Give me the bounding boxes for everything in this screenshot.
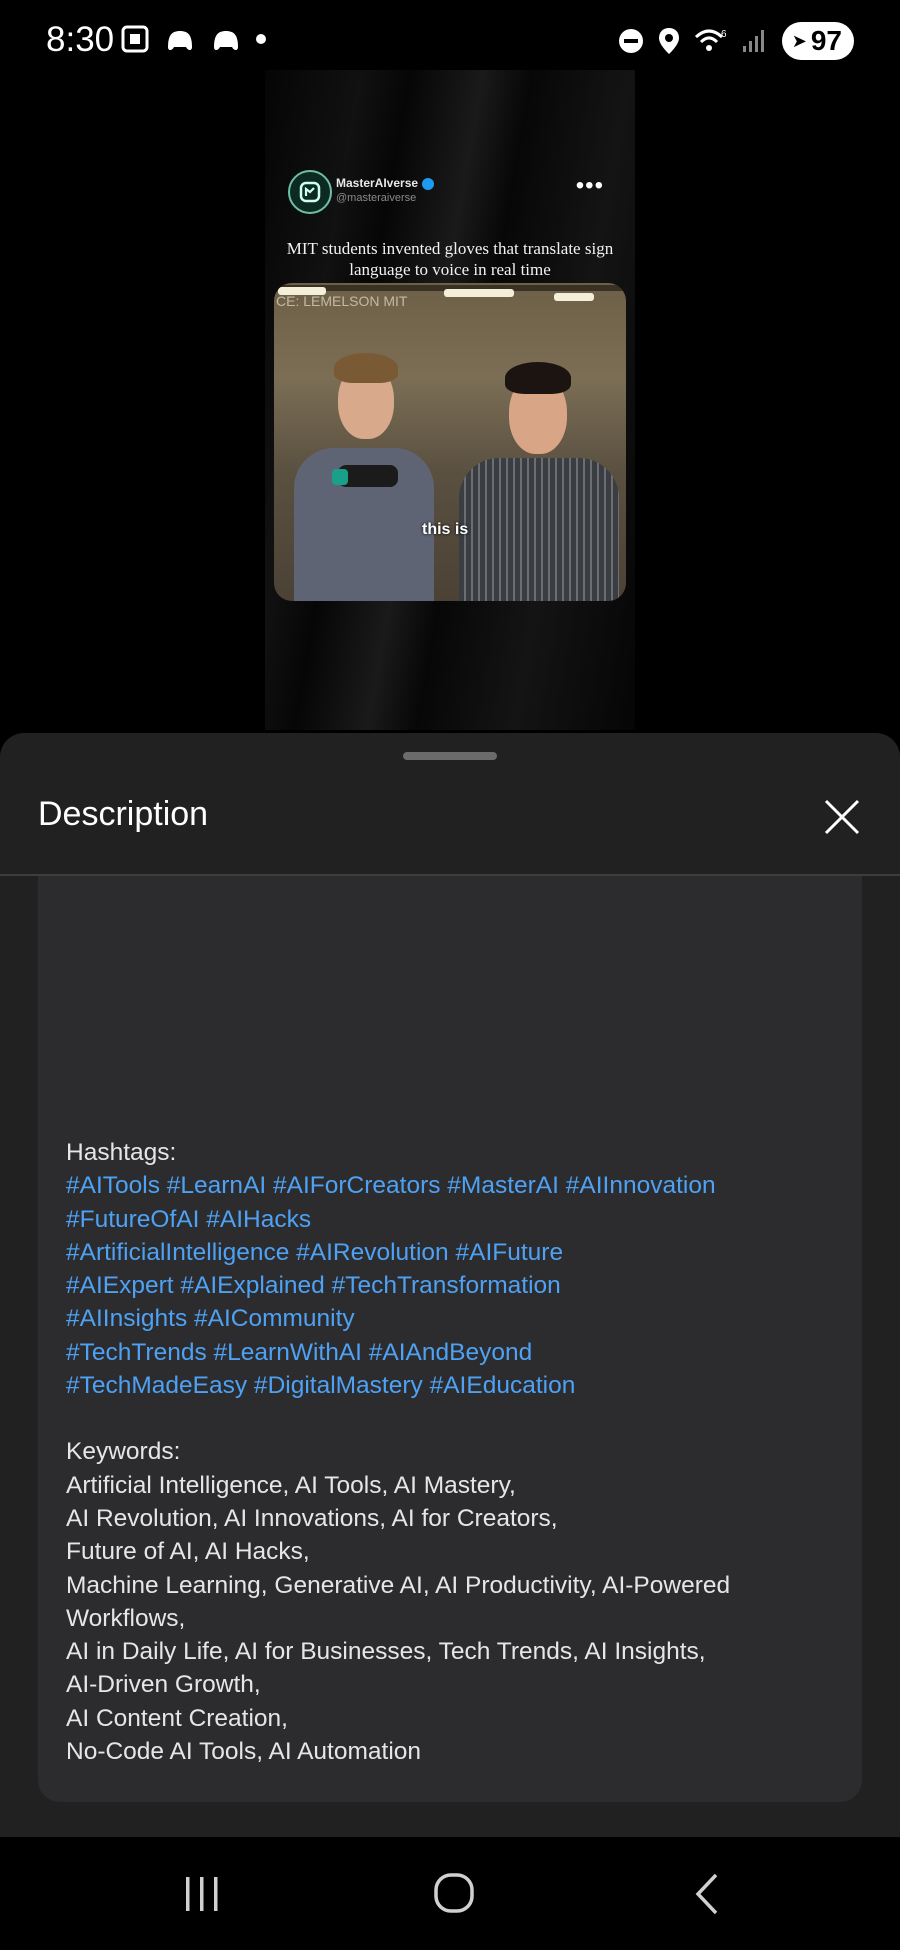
battery-level: 97 <box>810 25 842 56</box>
account-handle: @masteraiverse <box>336 192 417 204</box>
keyword-line: AI Content Creation, <box>66 1704 288 1732</box>
signal-icon <box>742 30 764 52</box>
person-left <box>294 353 434 601</box>
avatar[interactable] <box>288 170 332 214</box>
ceiling-light <box>444 289 514 297</box>
account-name-text: MasterAIverse <box>336 176 419 190</box>
keyword-line: AI-Driven Growth, <box>66 1671 261 1699</box>
do-not-disturb-icon <box>618 29 643 53</box>
sheet-title: Description <box>38 795 209 833</box>
description-box: Hashtags: #AITools #LearnAI #AIForCreato… <box>38 876 862 1802</box>
hashtag-line[interactable]: #ArtificialIntelligence #AIRevolution #A… <box>66 1236 846 1269</box>
source-label: CE: LEMELSON MIT <box>276 293 408 309</box>
post-header: MasterAIverse @masteraiverse ••• <box>288 170 628 214</box>
keyword-line: Machine Learning, Generative AI, AI Prod… <box>66 1571 731 1599</box>
back-icon[interactable] <box>678 1867 738 1921</box>
hashtags-label: Hashtags: <box>66 1139 177 1166</box>
hashtag-line[interactable]: #TechTrends #LearnWithAI #AIAndBeyond <box>66 1336 846 1369</box>
keyword-line: Artificial Intelligence, AI Tools, AI Ma… <box>66 1471 516 1499</box>
notification-dot-icon <box>256 34 266 44</box>
screenshot-icon <box>121 25 149 53</box>
home-icon[interactable] <box>424 1867 484 1921</box>
description-text: Hashtags: #AITools #LearnAI #AIForCreato… <box>66 1136 846 1768</box>
hashtag-line[interactable]: #AIInsights #AICommunity <box>66 1302 846 1335</box>
close-icon[interactable] <box>820 795 864 839</box>
hashtag-line[interactable]: #FutureOfAI #AIHacks <box>66 1203 846 1236</box>
game-controller-icon <box>214 31 238 50</box>
hashtag-line[interactable]: #AITools #LearnAI #AIForCreators #Master… <box>66 1169 846 1202</box>
game-controller-icon <box>168 31 192 50</box>
brand-logo-icon <box>299 181 321 203</box>
description-sheet: Description Hashtags: #AITools #LearnAI … <box>0 733 900 1837</box>
drag-handle[interactable] <box>403 752 497 760</box>
video-subtitle: this is <box>422 521 469 538</box>
verified-badge-icon <box>422 177 435 190</box>
hashtag-line[interactable]: #TechMadeEasy #DigitalMastery #AIEducati… <box>66 1369 846 1402</box>
ceiling-light <box>554 293 594 301</box>
keywords-label: Keywords: <box>66 1438 181 1466</box>
more-options-icon[interactable]: ••• <box>576 172 604 200</box>
keyword-line: No-Code AI Tools, AI Automation <box>66 1738 422 1766</box>
keyword-line: AI in Daily Life, AI for Businesses, Tec… <box>66 1638 706 1666</box>
wifi-icon: 6 <box>694 29 727 51</box>
account-name: MasterAIverse <box>336 176 435 190</box>
recent-apps-icon[interactable] <box>172 1867 232 1921</box>
status-time: 8:30 <box>46 20 115 59</box>
keyword-line: AI Revolution, AI Innovations, AI for Cr… <box>66 1504 558 1532</box>
keyword-line: Future of AI, AI Hacks, <box>66 1538 310 1566</box>
svg-text:6: 6 <box>721 29 727 40</box>
video-clip[interactable]: CE: LEMELSON MIT this is <box>274 283 626 601</box>
video-caption: MIT students invented gloves that transl… <box>286 239 614 279</box>
status-left-icons <box>120 24 266 54</box>
location-icon <box>658 28 679 54</box>
status-right-icons: 6 ➤ 97 <box>618 22 854 60</box>
battery-icon: ➤ 97 <box>781 22 854 60</box>
navigation-bar <box>0 1837 900 1950</box>
person-right <box>459 358 619 601</box>
keyword-line: Workflows, <box>66 1604 186 1632</box>
hashtag-line[interactable]: #AIExpert #AIExplained #TechTransformati… <box>66 1269 846 1302</box>
